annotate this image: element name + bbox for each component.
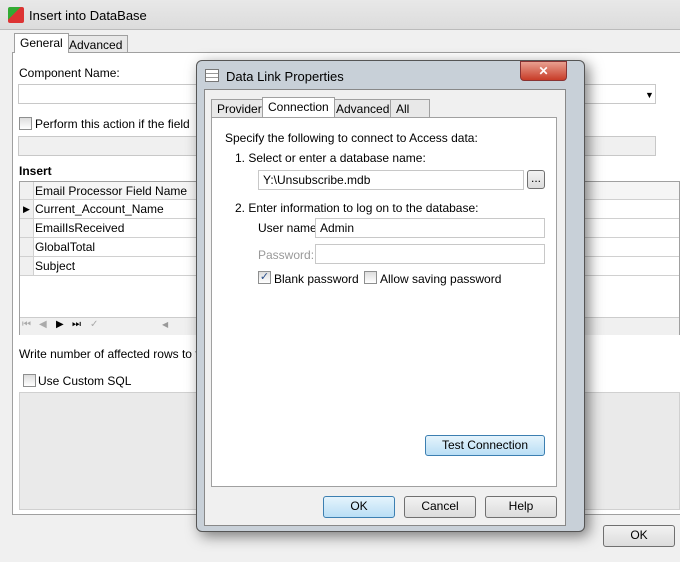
close-button[interactable]: ✕	[520, 61, 567, 81]
intro-text: Specify the following to connect to Acce…	[225, 131, 478, 145]
tab-advanced[interactable]: Advanced	[63, 35, 129, 53]
main-title-bar: Insert into DataBase	[0, 0, 680, 30]
browse-button[interactable]: ...	[527, 170, 545, 189]
insert-label: Insert	[19, 164, 52, 178]
user-name-input[interactable]: Admin	[315, 218, 545, 238]
allow-saving-checkbox[interactable]	[364, 271, 377, 284]
step2-label: 2. Enter information to log on to the da…	[235, 201, 479, 215]
test-connection-button[interactable]: Test Connection	[425, 435, 545, 456]
step1-label: 1. Select or enter a database name:	[235, 151, 426, 165]
custom-sql-checkbox[interactable]	[23, 374, 36, 387]
dialog-icon	[205, 69, 219, 82]
tab-provider[interactable]: Provider	[211, 99, 268, 117]
dialog-ok-button[interactable]: OK	[323, 496, 395, 518]
chevron-down-icon[interactable]: ▼	[645, 90, 654, 100]
blank-password-label: Blank password	[274, 272, 359, 286]
tab-all[interactable]: All	[390, 99, 430, 117]
next-record-icon[interactable]: ▶	[56, 319, 64, 330]
app-icon	[8, 7, 24, 23]
password-input[interactable]	[315, 244, 545, 264]
first-record-icon[interactable]: ⏮	[22, 319, 31, 330]
perform-action-label: Perform this action if the field	[35, 117, 190, 131]
tab-general[interactable]: General	[14, 33, 69, 53]
tab-dialog-advanced[interactable]: Advanced	[330, 99, 396, 117]
dialog-title: Data Link Properties	[226, 69, 344, 84]
main-ok-button[interactable]: OK	[603, 525, 675, 547]
last-record-icon[interactable]: ⏭	[72, 319, 81, 330]
component-name-label: Component Name:	[19, 66, 120, 80]
database-name-input[interactable]: Y:\Unsubscribe.mdb	[258, 170, 524, 190]
perform-action-checkbox[interactable]	[19, 117, 32, 130]
window-title: Insert into DataBase	[29, 8, 147, 23]
password-label: Password:	[258, 248, 315, 262]
dialog-cancel-button[interactable]: Cancel	[404, 496, 476, 518]
blank-password-checkbox[interactable]: ✓	[258, 271, 271, 284]
write-rows-label: Write number of affected rows to the	[19, 347, 212, 361]
close-icon: ✕	[538, 64, 549, 78]
scroll-left-icon[interactable]: ◀	[162, 320, 168, 329]
custom-sql-label: Use Custom SQL	[38, 374, 132, 388]
dialog-help-button[interactable]: Help	[485, 496, 557, 518]
allow-saving-label: Allow saving password	[380, 272, 502, 286]
tab-connection[interactable]: Connection	[262, 97, 335, 117]
prev-record-icon[interactable]: ◀	[39, 319, 47, 330]
user-name-label: User name:	[258, 221, 321, 235]
current-row-indicator: ▶	[20, 200, 34, 218]
post-record-icon[interactable]: ✓	[90, 319, 98, 330]
